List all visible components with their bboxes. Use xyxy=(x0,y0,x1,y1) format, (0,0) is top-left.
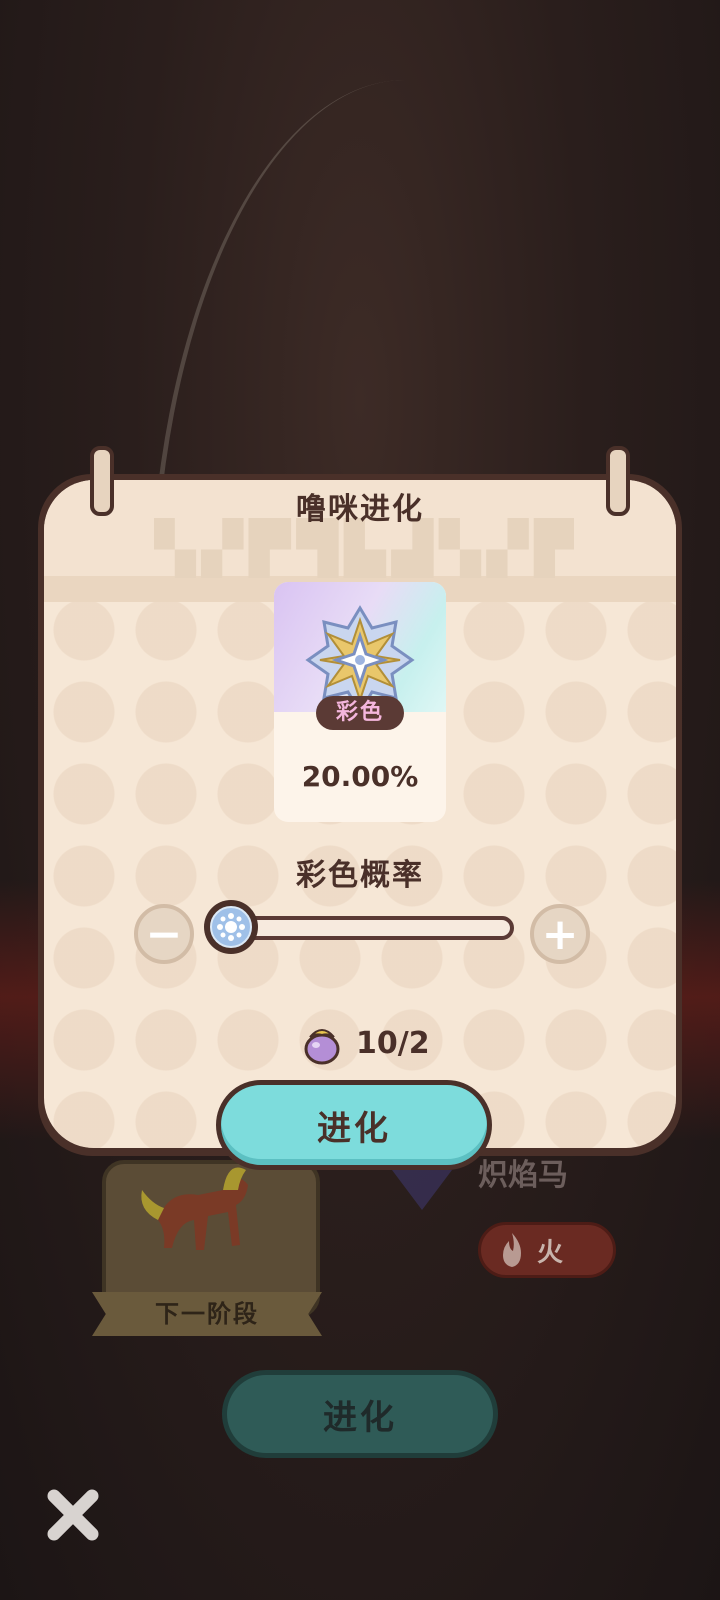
type-badge: 火 xyxy=(478,1222,616,1278)
minus-icon: − xyxy=(145,908,183,960)
modal-title: 噜咪进化 xyxy=(296,492,424,527)
evolution-cost: 10/2 xyxy=(302,1018,430,1068)
type-label: 火 xyxy=(537,1237,564,1268)
rarity-badge: 彩色 xyxy=(316,696,404,730)
cost-amount: 10/2 xyxy=(356,1025,430,1061)
evolution-modal: ▚▞▛▜▙▟▚▞▛▜▙ 噜咪进化 彩色 20.00% 彩色概率 − xyxy=(38,446,682,1170)
pet-name: 炽焰马 xyxy=(478,1158,568,1193)
reward-card: 彩色 20.00% xyxy=(274,582,446,822)
plus-button[interactable]: + xyxy=(530,904,590,964)
next-stage-label: 下一阶段 xyxy=(155,1300,259,1328)
close-icon[interactable] xyxy=(44,1486,102,1544)
minus-button[interactable]: − xyxy=(134,904,194,964)
gem-icon xyxy=(392,1170,452,1210)
probability-label: 彩色概率 xyxy=(296,858,424,893)
next-stage-ribbon: 下一阶段 xyxy=(92,1292,322,1336)
plus-icon: + xyxy=(541,908,579,960)
snowflake-icon xyxy=(217,913,245,941)
background-evolve-button: 进化 xyxy=(222,1370,498,1458)
evolve-button[interactable]: 进化 xyxy=(216,1080,492,1170)
probability-slider-thumb[interactable] xyxy=(204,900,258,954)
flame-icon xyxy=(503,1233,521,1267)
rarity-probability: 20.00% xyxy=(301,760,419,793)
purple-fruit-icon xyxy=(304,1029,340,1065)
